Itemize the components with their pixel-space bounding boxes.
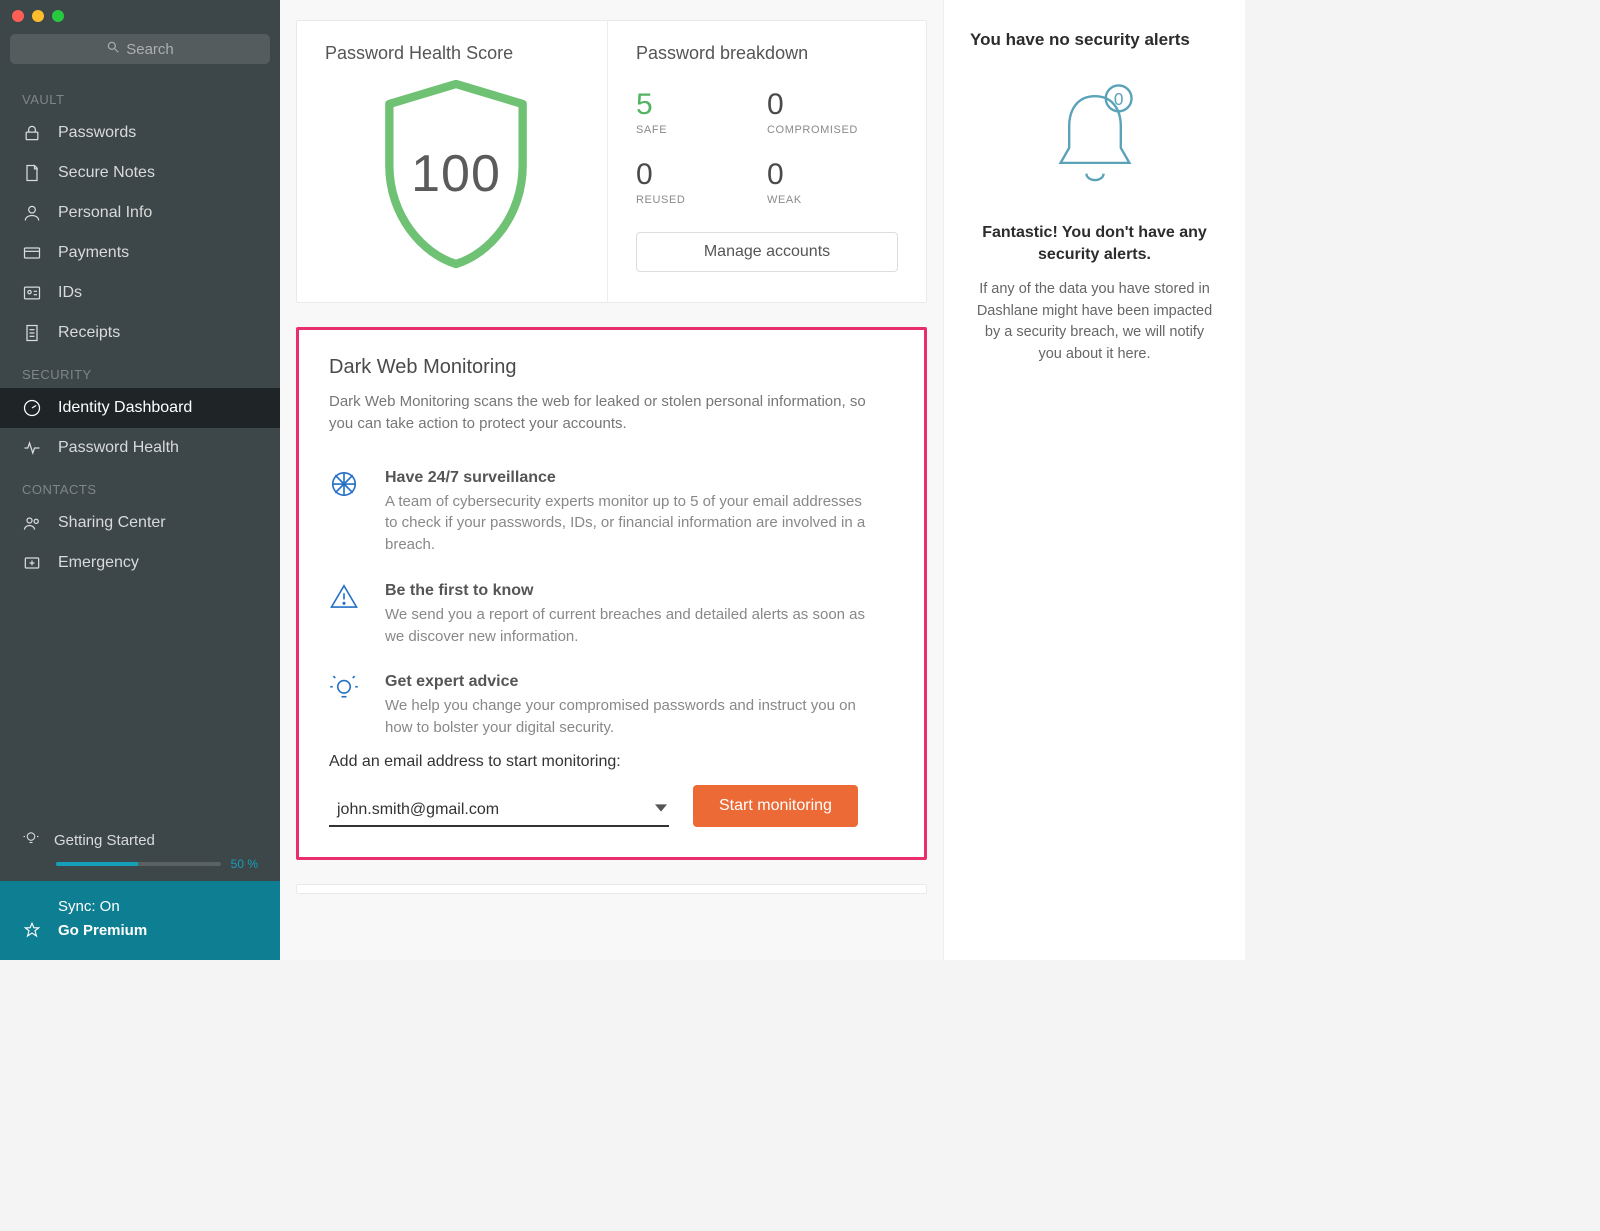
stat-label: REUSED bbox=[636, 194, 767, 206]
feature-body: We send you a report of current breaches… bbox=[385, 604, 875, 648]
stat-value: 0 bbox=[636, 158, 767, 192]
sidebar-item-personal-info[interactable]: Personal Info bbox=[0, 193, 280, 233]
stat-value: 0 bbox=[767, 158, 898, 192]
note-icon bbox=[22, 163, 42, 183]
feature-body: We help you change your compromised pass… bbox=[385, 695, 875, 739]
section-vault-label: VAULT bbox=[0, 78, 280, 113]
stat-reused: 0 REUSED bbox=[636, 158, 767, 206]
sync-status[interactable]: Sync: On bbox=[22, 895, 258, 918]
next-card-peek bbox=[296, 884, 927, 894]
manage-accounts-button[interactable]: Manage accounts bbox=[636, 232, 898, 272]
star-icon bbox=[22, 921, 42, 939]
sidebar-item-label: Payments bbox=[58, 244, 129, 262]
bulb-icon bbox=[329, 673, 363, 739]
bulb-icon bbox=[22, 829, 40, 851]
receipt-icon bbox=[22, 323, 42, 343]
darkweb-title: Dark Web Monitoring bbox=[329, 356, 894, 379]
feature-title: Get expert advice bbox=[385, 673, 875, 691]
go-premium-button[interactable]: Go Premium bbox=[22, 918, 258, 942]
feature-title: Have 24/7 surveillance bbox=[385, 469, 875, 487]
sidebar-item-label: Passwords bbox=[58, 124, 136, 142]
search-input[interactable]: Search bbox=[10, 34, 270, 64]
stat-value: 0 bbox=[767, 88, 898, 122]
stat-compromised: 0 COMPROMISED bbox=[767, 88, 898, 136]
feature-body: A team of cybersecurity experts monitor … bbox=[385, 491, 875, 556]
feature-surveillance: Have 24/7 surveillance A team of cyberse… bbox=[329, 457, 894, 570]
section-security-label: SECURITY bbox=[0, 353, 280, 388]
sidebar-item-label: Personal Info bbox=[58, 204, 152, 222]
sidebar-item-ids[interactable]: IDs bbox=[0, 273, 280, 313]
sidebar-item-sharing-center[interactable]: Sharing Center bbox=[0, 503, 280, 543]
sidebar-item-receipts[interactable]: Receipts bbox=[0, 313, 280, 353]
darkweb-desc: Dark Web Monitoring scans the web for le… bbox=[329, 391, 869, 435]
lock-icon bbox=[22, 123, 42, 143]
emergency-icon bbox=[22, 553, 42, 573]
getting-started-label: Getting Started bbox=[54, 832, 155, 849]
progress-percent: 50 % bbox=[231, 857, 258, 871]
id-icon bbox=[22, 283, 42, 303]
alert-triangle-icon bbox=[329, 582, 363, 648]
dark-web-monitoring-card: Dark Web Monitoring Dark Web Monitoring … bbox=[296, 327, 927, 860]
stat-safe: 5 SAFE bbox=[636, 88, 767, 136]
alerts-message-body: If any of the data you have stored in Da… bbox=[970, 279, 1219, 366]
sidebar-item-label: Identity Dashboard bbox=[58, 399, 192, 417]
sidebar-item-password-health[interactable]: Password Health bbox=[0, 428, 280, 468]
go-premium-label: Go Premium bbox=[58, 922, 147, 939]
web-icon bbox=[329, 469, 363, 556]
sidebar-item-identity-dashboard[interactable]: Identity Dashboard bbox=[0, 388, 280, 428]
email-value: john.smith@gmail.com bbox=[337, 801, 499, 819]
alerts-message-title: Fantastic! You don't have any security a… bbox=[970, 222, 1219, 267]
add-email-label: Add an email address to start monitoring… bbox=[329, 753, 894, 771]
start-monitoring-button[interactable]: Start monitoring bbox=[693, 785, 858, 827]
health-shield: 100 bbox=[371, 74, 541, 274]
pulse-icon bbox=[22, 438, 42, 458]
sidebar-item-passwords[interactable]: Passwords bbox=[0, 113, 280, 153]
sidebar-footer: Sync: On Go Premium bbox=[0, 881, 280, 960]
app-window: Search VAULT Passwords Secure Notes Pers… bbox=[0, 0, 1245, 960]
sidebar-item-label: Sharing Center bbox=[58, 514, 166, 532]
sidebar-item-secure-notes[interactable]: Secure Notes bbox=[0, 153, 280, 193]
feature-first-to-know: Be the first to know We send you a repor… bbox=[329, 570, 894, 662]
password-health-card: Password Health Score 100 Password break… bbox=[296, 20, 927, 303]
sidebar-item-label: IDs bbox=[58, 284, 82, 302]
stat-label: COMPROMISED bbox=[767, 124, 898, 136]
sidebar: Search VAULT Passwords Secure Notes Pers… bbox=[0, 0, 280, 960]
stat-weak: 0 WEAK bbox=[767, 158, 898, 206]
progress-bar bbox=[56, 862, 221, 866]
alerts-panel: You have no security alerts 0 Fantastic!… bbox=[943, 0, 1245, 960]
stat-label: WEAK bbox=[767, 194, 898, 206]
breakdown-title: Password breakdown bbox=[636, 43, 808, 64]
close-window-button[interactable] bbox=[12, 10, 24, 22]
search-placeholder: Search bbox=[126, 41, 174, 58]
email-dropdown[interactable]: john.smith@gmail.com bbox=[329, 797, 669, 827]
sidebar-item-payments[interactable]: Payments bbox=[0, 233, 280, 273]
stat-value: 5 bbox=[636, 88, 767, 122]
alerts-heading: You have no security alerts bbox=[970, 30, 1219, 50]
main-content: Password Health Score 100 Password break… bbox=[280, 0, 943, 960]
svg-text:0: 0 bbox=[1113, 89, 1123, 109]
stat-label: SAFE bbox=[636, 124, 767, 136]
sidebar-item-label: Receipts bbox=[58, 324, 120, 342]
section-contacts-label: CONTACTS bbox=[0, 468, 280, 503]
card-icon bbox=[22, 243, 42, 263]
maximize-window-button[interactable] bbox=[52, 10, 64, 22]
chevron-down-icon bbox=[655, 801, 667, 819]
sidebar-item-label: Password Health bbox=[58, 439, 179, 457]
bell-illustration: 0 bbox=[970, 76, 1219, 196]
search-icon bbox=[106, 40, 120, 58]
sidebar-item-emergency[interactable]: Emergency bbox=[0, 543, 280, 583]
window-controls bbox=[0, 0, 280, 28]
gauge-icon bbox=[22, 398, 42, 418]
minimize-window-button[interactable] bbox=[32, 10, 44, 22]
feature-expert-advice: Get expert advice We help you change you… bbox=[329, 661, 894, 753]
sync-label: Sync: On bbox=[58, 898, 120, 915]
people-icon bbox=[22, 513, 42, 533]
sidebar-item-label: Secure Notes bbox=[58, 164, 155, 182]
health-score-title: Password Health Score bbox=[325, 43, 513, 64]
getting-started[interactable]: Getting Started 50 % bbox=[0, 821, 280, 881]
feature-title: Be the first to know bbox=[385, 582, 875, 600]
sidebar-item-label: Emergency bbox=[58, 554, 139, 572]
person-icon bbox=[22, 203, 42, 223]
health-score-value: 100 bbox=[411, 144, 501, 204]
